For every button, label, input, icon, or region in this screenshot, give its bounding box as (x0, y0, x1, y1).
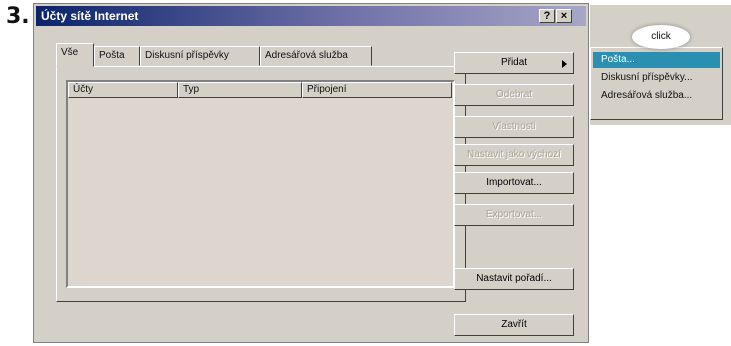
properties-button[interactable]: Vlastnosti (454, 116, 574, 138)
import-button[interactable]: Importovat... (454, 172, 574, 194)
submenu-arrow-icon (562, 60, 567, 68)
add-button[interactable]: Přidat (454, 52, 574, 74)
window-title: Účty sítě Internet (41, 9, 139, 23)
tab-directory[interactable]: Adresářová služba (260, 46, 372, 66)
add-button-label: Přidat (500, 57, 528, 68)
step-number: 3. (6, 4, 30, 29)
menu-item-mail[interactable]: Pošta... (593, 52, 720, 68)
accounts-list[interactable]: Účty Typ Připojení (66, 80, 455, 288)
help-button[interactable]: ? (539, 9, 555, 23)
column-type[interactable]: Typ (178, 82, 302, 98)
remove-button[interactable]: Odebrat (454, 84, 574, 106)
column-accounts[interactable]: Účty (68, 82, 178, 98)
add-submenu: Pošta... Diskusní příspěvky... Adresářov… (590, 47, 723, 120)
title-bar[interactable]: Účty sítě Internet ? × (36, 6, 586, 26)
column-connection[interactable]: Připojení (302, 82, 452, 98)
export-button[interactable]: Exportovat... (454, 204, 574, 226)
menu-item-directory[interactable]: Adresářová služba... (593, 88, 720, 104)
click-callout: click (632, 25, 690, 49)
tab-all[interactable]: Vše (56, 43, 94, 67)
tab-mail[interactable]: Pošta (94, 46, 140, 66)
set-order-button[interactable]: Nastavit pořadí... (454, 268, 574, 290)
close-icon[interactable]: × (556, 9, 572, 23)
accounts-dialog: Účty sítě Internet ? × Vše Pošta Diskusn… (33, 3, 589, 343)
set-default-button[interactable]: Nastavit jako výchozí (454, 144, 574, 166)
tab-news[interactable]: Diskusní příspěvky (140, 46, 260, 66)
close-button[interactable]: Zavřít (454, 314, 574, 336)
menu-item-news[interactable]: Diskusní příspěvky... (593, 70, 720, 86)
